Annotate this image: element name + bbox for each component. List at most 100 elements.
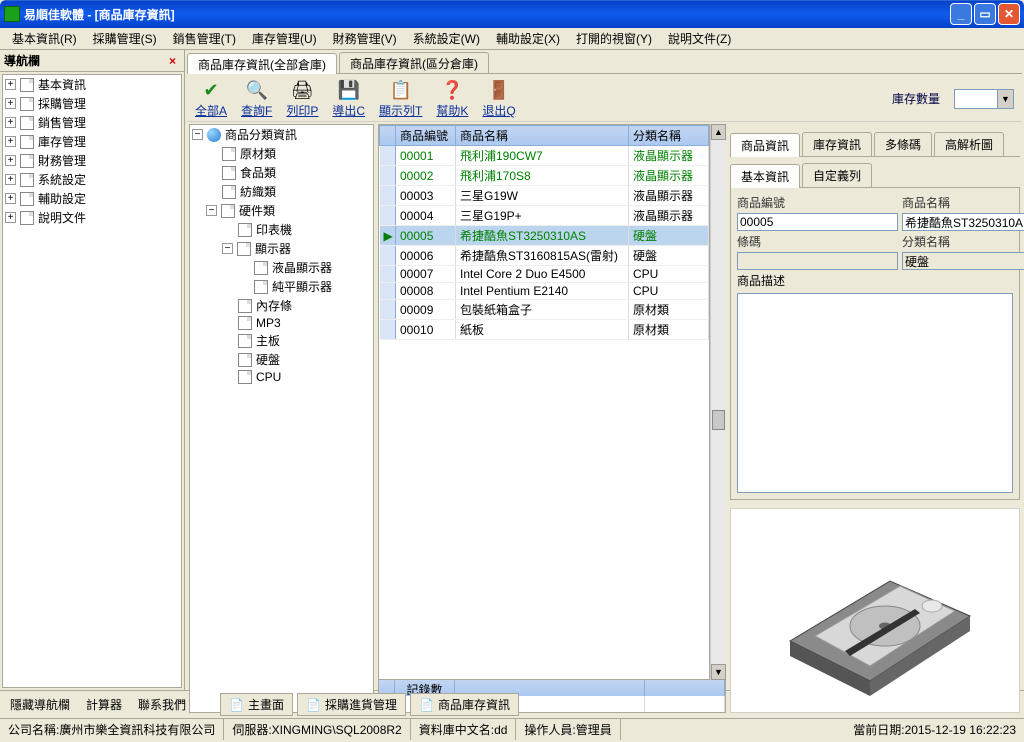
nav-item[interactable]: 庫存管理 xyxy=(38,133,86,150)
nav-item[interactable]: 系統設定 xyxy=(38,171,86,188)
table-row[interactable]: 00008 Intel Pentium E2140 CPU xyxy=(380,283,709,300)
table-row[interactable]: ▶ 00005 希捷酷魚ST3250310AS 硬盤 xyxy=(380,226,709,246)
nav-item[interactable]: 銷售管理 xyxy=(38,114,86,131)
cell-code: 00009 xyxy=(396,300,456,320)
subtab-basic[interactable]: 基本資訊 xyxy=(730,164,800,188)
expander-icon[interactable]: + xyxy=(5,117,16,128)
expander-icon[interactable]: + xyxy=(5,136,16,147)
link-hide-nav[interactable]: 隱藏導航欄 xyxy=(4,694,76,715)
tab-inventory-split[interactable]: 商品庫存資訊(區分倉庫) xyxy=(339,52,489,73)
maximize-button[interactable]: ▭ xyxy=(974,3,996,25)
menu-sales[interactable]: 銷售管理(T) xyxy=(165,28,244,49)
menu-purchase[interactable]: 採購管理(S) xyxy=(85,28,165,49)
cat-root[interactable]: 商品分類資訊 xyxy=(225,126,297,143)
detail-tab-image[interactable]: 高解析圖 xyxy=(934,132,1004,156)
scroll-down-icon[interactable]: ▼ xyxy=(711,664,726,680)
menu-system[interactable]: 系統設定(W) xyxy=(405,28,488,49)
cat-item[interactable]: 硬盤 xyxy=(256,351,280,368)
tool-all[interactable]: ✔全部A xyxy=(195,78,227,119)
cat-item[interactable]: 紡織類 xyxy=(240,183,276,200)
detail-tab-stock[interactable]: 庫存資訊 xyxy=(802,132,872,156)
field-barcode[interactable] xyxy=(737,252,898,270)
menubar: 基本資訊(R) 採購管理(S) 銷售管理(T) 庫存管理(U) 財務管理(V) … xyxy=(0,28,1024,50)
cell-cat: 硬盤 xyxy=(629,226,709,246)
link-contact[interactable]: 聯系我們 xyxy=(132,694,192,715)
menu-help[interactable]: 說明文件(Z) xyxy=(660,28,739,49)
data-grid[interactable]: 商品編號 商品名稱 分類名稱 00001 飛利浦190CW7 液晶顯示器 000… xyxy=(378,124,710,680)
subtab-custom[interactable]: 自定義列 xyxy=(802,163,872,187)
nav-tree[interactable]: + 基本資訊 + 採購管理 + 銷售管理 + 庫存管理 + 財務管理 + 系統設定 + 輔助設… xyxy=(2,74,182,688)
field-desc[interactable] xyxy=(737,293,1013,493)
tool-exit[interactable]: 🚪退出Q xyxy=(482,78,515,119)
table-row[interactable]: 00003 三星G19W 液晶顯示器 xyxy=(380,186,709,206)
cat-item[interactable]: 印表機 xyxy=(256,221,292,238)
col-code[interactable]: 商品編號 xyxy=(396,126,456,146)
stock-qty-combo[interactable]: ▼ xyxy=(954,89,1014,109)
nav-item[interactable]: 說明文件 xyxy=(38,209,86,226)
col-cat[interactable]: 分類名稱 xyxy=(629,126,709,146)
table-row[interactable]: 00002 飛利浦170S8 液晶顯示器 xyxy=(380,166,709,186)
nav-item[interactable]: 財務管理 xyxy=(38,152,86,169)
cat-item[interactable]: 硬件類 xyxy=(239,202,275,219)
bottom-btn-purchase[interactable]: 📄採購進貨管理 xyxy=(297,693,406,716)
tool-help[interactable]: ❓幫助K xyxy=(436,78,468,119)
nav-item[interactable]: 輔助設定 xyxy=(38,190,86,207)
cat-item[interactable]: CPU xyxy=(256,370,281,384)
expander-icon[interactable]: + xyxy=(5,79,16,90)
nav-close-icon[interactable]: × xyxy=(165,54,180,68)
nav-item[interactable]: 基本資訊 xyxy=(38,76,86,93)
menu-finance[interactable]: 財務管理(V) xyxy=(325,28,405,49)
table-row[interactable]: 00009 包裝紙箱盒子 原材類 xyxy=(380,300,709,320)
menu-aux[interactable]: 輔助設定(X) xyxy=(488,28,568,49)
cat-item[interactable]: 液晶顯示器 xyxy=(272,259,332,276)
link-calc[interactable]: 計算器 xyxy=(80,694,128,715)
cat-item[interactable]: 食品類 xyxy=(240,164,276,181)
cat-item[interactable]: 顯示器 xyxy=(255,240,291,257)
table-row[interactable]: 00004 三星G19P+ 液晶顯示器 xyxy=(380,206,709,226)
field-name[interactable] xyxy=(902,213,1024,231)
tool-print[interactable]: 🖨列印P xyxy=(286,78,318,119)
expander-icon[interactable]: − xyxy=(192,129,203,140)
tool-display[interactable]: 📋顯示列T xyxy=(379,78,422,119)
grid-scrollbar[interactable]: ▲ ▼ xyxy=(710,124,726,680)
cat-item[interactable]: 純平顯示器 xyxy=(272,278,332,295)
cat-item[interactable]: 原材類 xyxy=(240,145,276,162)
hdd-icon xyxy=(760,521,990,701)
expander-icon[interactable]: + xyxy=(5,174,16,185)
close-button[interactable]: ✕ xyxy=(998,3,1020,25)
detail-tab-product[interactable]: 商品資訊 xyxy=(730,133,800,157)
detail-tab-barcode[interactable]: 多條碼 xyxy=(874,132,932,156)
expander-icon[interactable]: + xyxy=(5,98,16,109)
minimize-button[interactable]: _ xyxy=(950,3,972,25)
scroll-up-icon[interactable]: ▲ xyxy=(711,124,726,140)
expander-icon[interactable]: + xyxy=(5,193,16,204)
bottom-btn-inventory[interactable]: 📄商品庫存資訊 xyxy=(410,693,519,716)
cell-name: 紙板 xyxy=(456,320,629,340)
expander-icon[interactable]: − xyxy=(206,205,217,216)
expander-icon[interactable]: + xyxy=(5,212,16,223)
menu-basic[interactable]: 基本資訊(R) xyxy=(4,28,85,49)
menu-windows[interactable]: 打開的視窗(Y) xyxy=(568,28,660,49)
expander-icon[interactable]: + xyxy=(5,155,16,166)
category-tree[interactable]: −商品分類資訊 原材類 食品類 紡織類 −硬件類 印表機 −顯示器 液晶顯示器 … xyxy=(189,124,374,713)
tab-inventory-all[interactable]: 商品庫存資訊(全部倉庫) xyxy=(187,53,337,74)
bottom-btn-home[interactable]: 📄主畫面 xyxy=(220,693,293,716)
menu-inventory[interactable]: 庫存管理(U) xyxy=(244,28,325,49)
nav-item[interactable]: 採購管理 xyxy=(38,95,86,112)
field-code[interactable] xyxy=(737,213,898,231)
table-row[interactable]: 00001 飛利浦190CW7 液晶顯示器 xyxy=(380,146,709,166)
expander-icon[interactable]: − xyxy=(222,243,233,254)
table-row[interactable]: 00007 Intel Core 2 Duo E4500 CPU xyxy=(380,266,709,283)
table-row[interactable]: 00006 希捷酷魚ST3160815AS(雷射) 硬盤 xyxy=(380,246,709,266)
cat-item[interactable]: 主板 xyxy=(256,332,280,349)
cell-name: 三星G19P+ xyxy=(456,206,629,226)
tool-query[interactable]: 🔍查詢F xyxy=(241,78,272,119)
table-row[interactable]: 00010 紙板 原材類 xyxy=(380,320,709,340)
field-cat[interactable] xyxy=(902,252,1024,270)
cell-cat: 硬盤 xyxy=(629,246,709,266)
tool-export[interactable]: 💾導出C xyxy=(332,78,365,119)
cat-item[interactable]: 內存條 xyxy=(256,297,292,314)
col-name[interactable]: 商品名稱 xyxy=(456,126,629,146)
cat-item[interactable]: MP3 xyxy=(256,316,281,330)
status-date: 當前日期:2015-12-19 16:22:23 xyxy=(845,719,1024,740)
